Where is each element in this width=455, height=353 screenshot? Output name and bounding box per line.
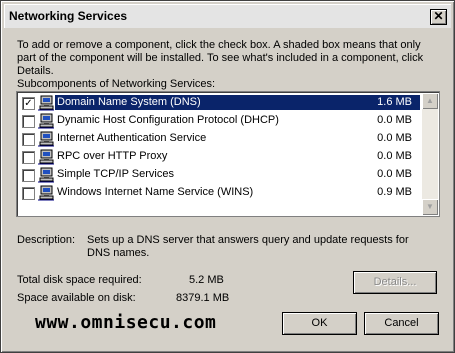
component-row[interactable]: Internet Authentication Service 0.0 MB: [19, 130, 420, 148]
component-checkbox[interactable]: [22, 169, 35, 182]
component-row[interactable]: Simple TCP/IP Services 0.0 MB: [19, 166, 420, 184]
component-row[interactable]: Dynamic Host Configuration Protocol (DHC…: [19, 112, 420, 130]
component-size: 0.9 MB: [377, 186, 412, 198]
component-size: 0.0 MB: [377, 114, 412, 126]
watermark-text: www.omnisecu.com: [35, 312, 217, 333]
ok-button[interactable]: OK: [282, 312, 357, 335]
component-checkbox[interactable]: [22, 133, 35, 146]
disk-required-label: Total disk space required:: [17, 274, 142, 286]
component-checkbox[interactable]: [22, 187, 35, 200]
network-computer-icon: [38, 167, 54, 183]
component-size: 1.6 MB: [377, 96, 412, 108]
details-button[interactable]: Details...: [353, 271, 437, 294]
component-label: Dynamic Host Configuration Protocol (DHC…: [57, 114, 279, 126]
cancel-button[interactable]: Cancel: [364, 312, 439, 335]
subcomponents-list[interactable]: ✓ Domain Name System (DNS) 1.6 MB Dynamic H…: [16, 91, 440, 217]
network-computer-icon: [38, 131, 54, 147]
component-size: 0.0 MB: [377, 150, 412, 162]
description-text: Sets up a DNS server that answers query …: [87, 234, 409, 259]
component-checkbox[interactable]: [22, 151, 35, 164]
title-bar: Networking Services ✕: [4, 4, 451, 28]
component-size: 0.0 MB: [377, 132, 412, 144]
vertical-scrollbar[interactable]: ▲ ▼: [422, 93, 438, 215]
component-label: Domain Name System (DNS): [55, 95, 203, 110]
component-row[interactable]: ✓ Domain Name System (DNS) 1.6 MB: [19, 94, 420, 112]
scroll-up-icon[interactable]: ▲: [422, 93, 438, 109]
component-size: 0.0 MB: [377, 168, 412, 180]
instructions-text: To add or remove a component, click the …: [17, 39, 424, 77]
component-label: Windows Internet Name Service (WINS): [57, 186, 254, 198]
disk-required-value: 5.2 MB: [189, 274, 224, 286]
component-row[interactable]: Windows Internet Name Service (WINS) 0.9 …: [19, 184, 420, 202]
network-computer-icon: [38, 95, 54, 111]
networking-services-dialog: Networking Services ✕ To add or remove a…: [0, 0, 455, 353]
component-label: RPC over HTTP Proxy: [57, 150, 168, 162]
close-icon: ✕: [433, 9, 444, 23]
network-computer-icon: [38, 149, 54, 165]
network-computer-icon: [38, 185, 54, 201]
disk-available-label: Space available on disk:: [17, 292, 136, 304]
subcomponents-label: Subcomponents of Networking Services:: [17, 78, 216, 90]
close-button[interactable]: ✕: [430, 9, 447, 25]
component-row[interactable]: RPC over HTTP Proxy 0.0 MB: [19, 148, 420, 166]
component-checkbox[interactable]: ✓: [22, 97, 35, 110]
scroll-down-icon[interactable]: ▼: [422, 199, 438, 215]
component-label: Internet Authentication Service: [57, 132, 207, 144]
description-label: Description:: [17, 234, 76, 246]
component-label: Simple TCP/IP Services: [57, 168, 174, 180]
disk-available-value: 8379.1 MB: [176, 292, 230, 304]
component-checkbox[interactable]: [22, 115, 35, 128]
window-title: Networking Services: [9, 9, 128, 23]
network-computer-icon: [38, 113, 54, 129]
